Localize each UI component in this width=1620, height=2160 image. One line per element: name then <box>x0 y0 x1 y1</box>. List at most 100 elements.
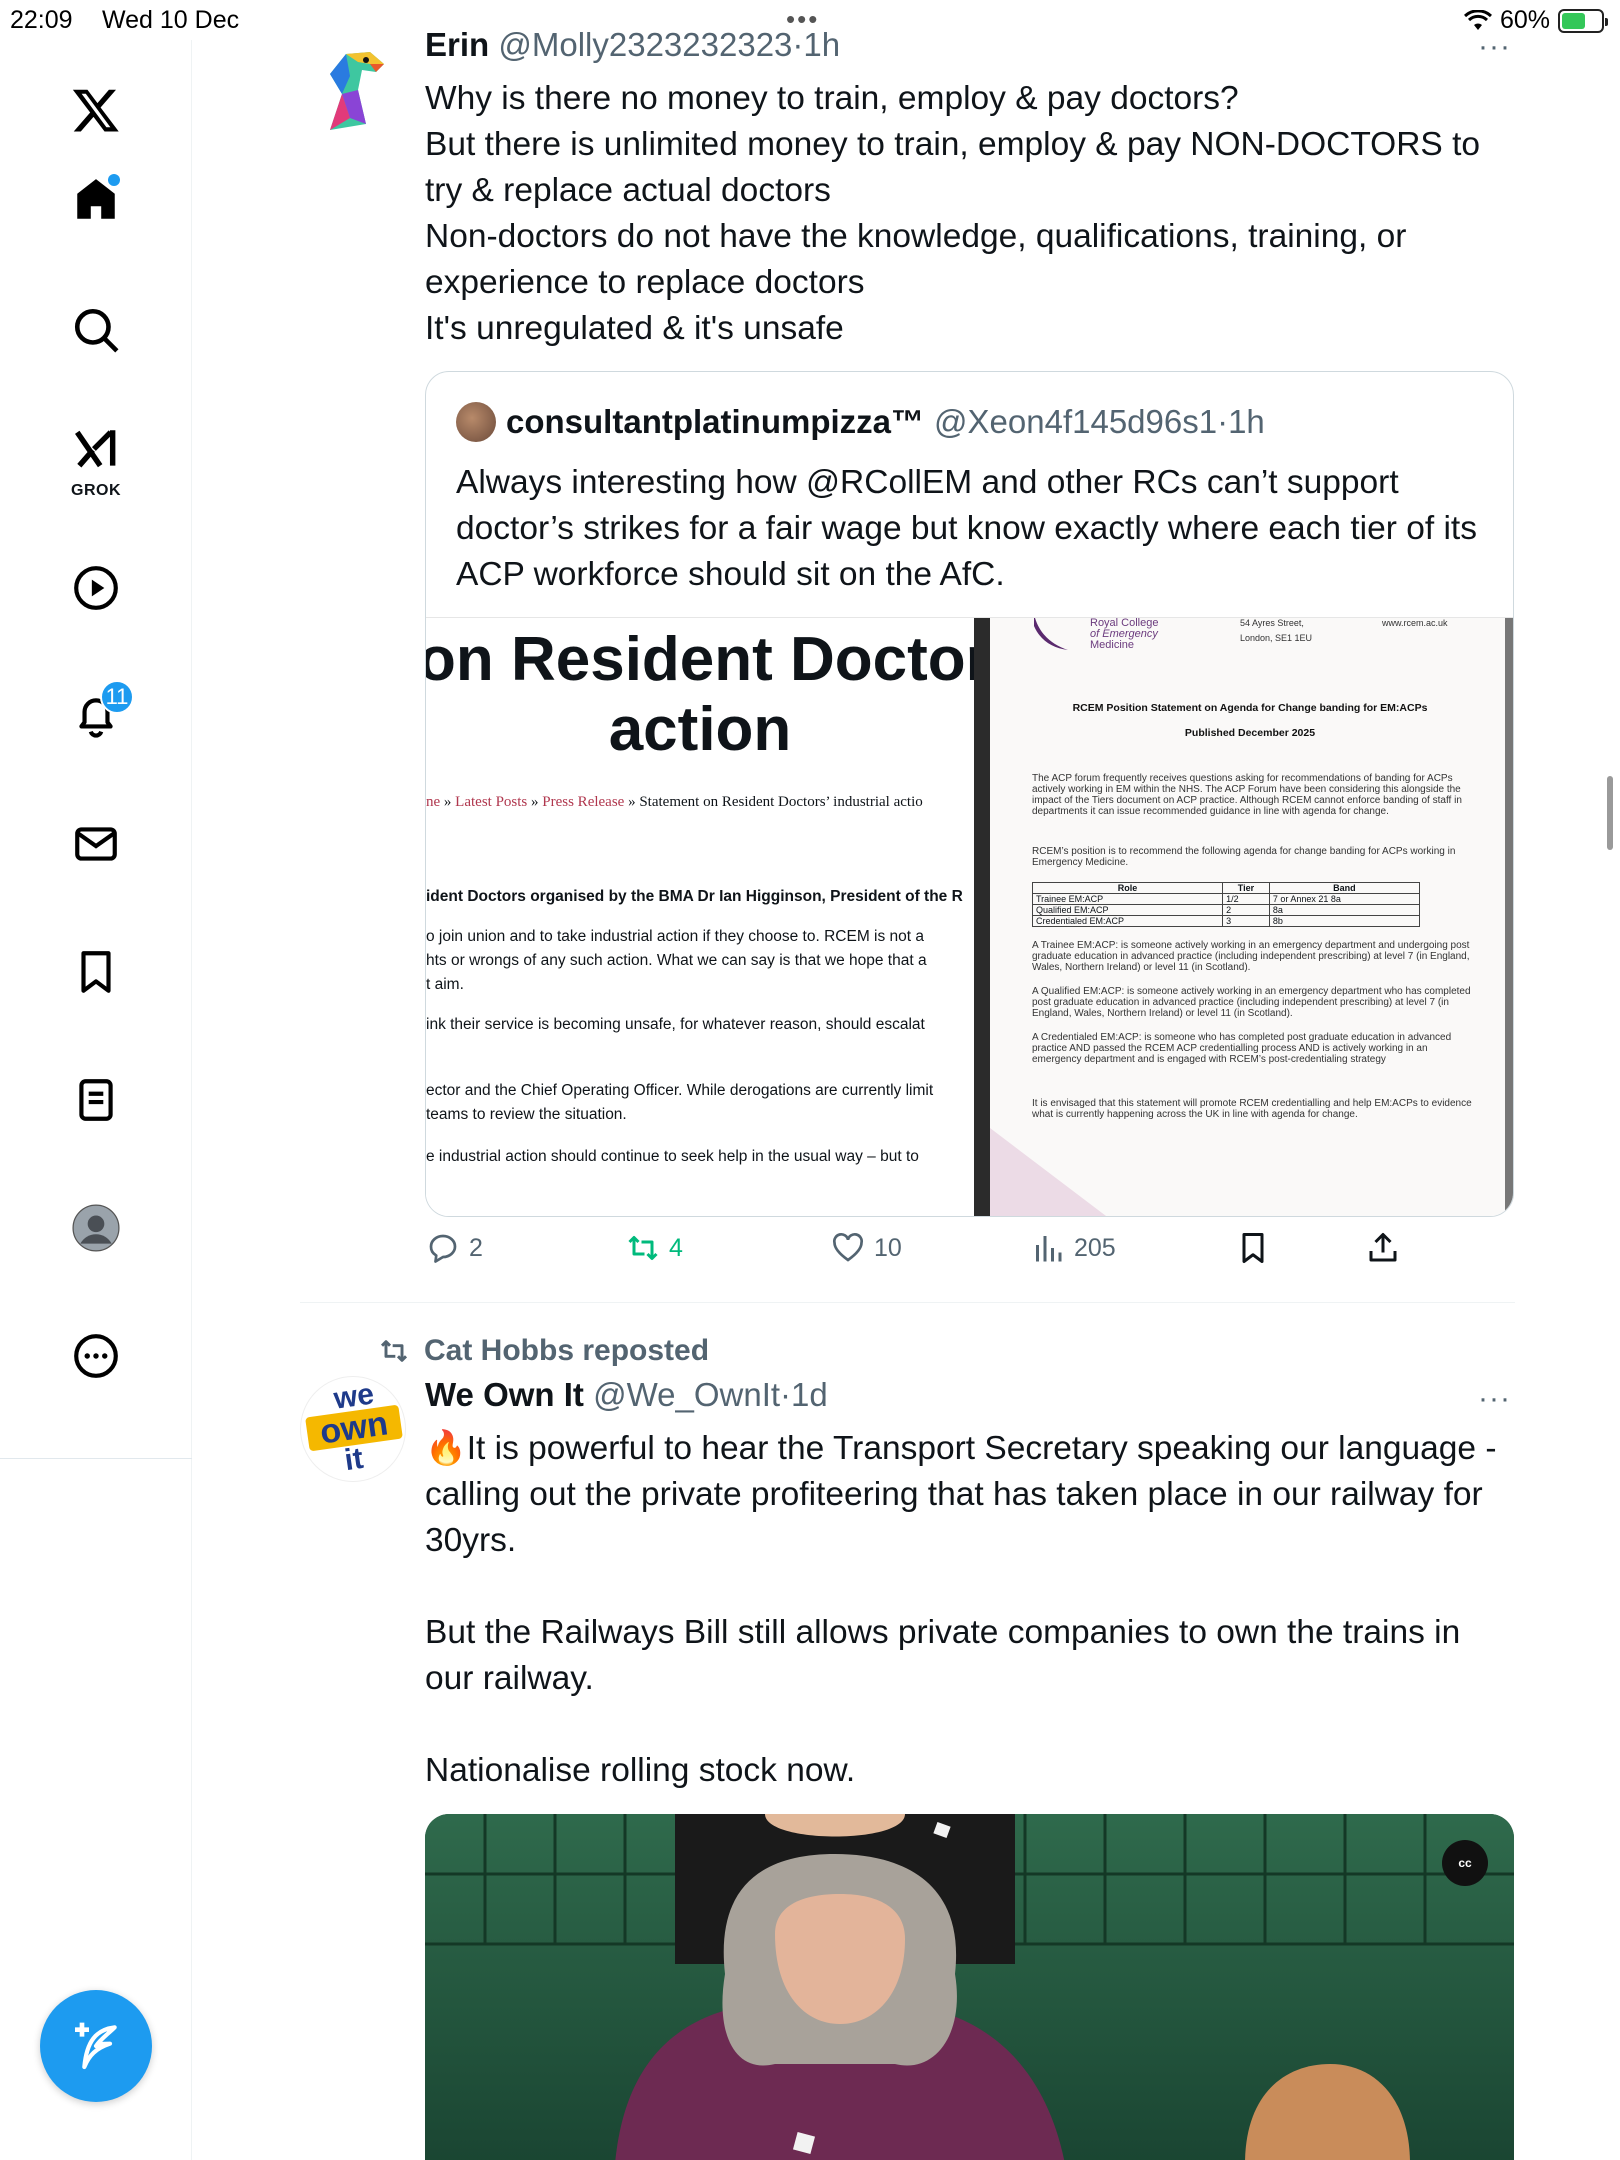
fire-emoji-icon: 🔥 <box>425 1430 467 1467</box>
sidebar-item-grok[interactable]: GROK <box>56 418 136 499</box>
bookmark-button[interactable] <box>1235 1230 1271 1266</box>
repost-label: Cat Hobbs reposted <box>424 1334 710 1367</box>
tweet-header: Erin @Molly2323232323·1h <box>425 26 840 64</box>
battery-icon <box>1558 8 1608 33</box>
display-name[interactable]: Erin <box>425 26 489 63</box>
display-name[interactable]: We Own It <box>425 1376 584 1413</box>
document-paragraph: The ACP forum frequently receives questi… <box>1032 773 1462 817</box>
image-text-line: e industrial action should continue to s… <box>426 1148 919 1165</box>
sidebar-item-notifications[interactable]: 11 <box>56 676 136 756</box>
handle[interactable]: @Molly2323232323 <box>498 26 792 63</box>
heart-icon <box>833 1233 863 1262</box>
image-breadcrumb: ne » Latest Posts » Press Release » Stat… <box>426 794 923 810</box>
repost-icon <box>380 1340 408 1362</box>
quote-avatar[interactable] <box>456 402 496 442</box>
compose-icon <box>75 2022 117 2070</box>
image-text-line: teams to review the situation. <box>426 1106 627 1123</box>
views-count: 205 <box>1074 1233 1116 1262</box>
tweet-actions: 2 4 10 205 <box>425 1230 1515 1280</box>
captions-button[interactable]: cc <box>1442 1840 1488 1886</box>
sidebar-item-messages[interactable] <box>56 804 136 884</box>
repost-icon <box>628 1236 658 1260</box>
search-icon <box>74 308 119 353</box>
quote-handle[interactable]: @Xeon4f145d96s1 <box>934 403 1217 440</box>
reply-count: 2 <box>469 1233 483 1262</box>
banding-table: Role Tier Band Trainee EM:ACP 1/2 7 or A… <box>1031 882 1421 927</box>
quote-display-name[interactable]: consultantplatinumpizza™ <box>506 403 924 441</box>
grok-icon <box>75 430 116 468</box>
timestamp[interactable]: 1d <box>791 1376 828 1413</box>
media-edge <box>1505 618 1513 1216</box>
handle[interactable]: @We_OwnIt <box>593 1376 780 1413</box>
quote-text: Always interesting how @RCollEM and othe… <box>456 464 1477 593</box>
sidebar-item-videos[interactable] <box>56 548 136 628</box>
image-text-line: ink their service is becoming unsafe, fo… <box>426 1016 925 1033</box>
image-headline: on Resident Doctors <box>426 625 974 694</box>
x-logo-icon[interactable] <box>56 70 136 150</box>
eagle-avatar-icon <box>300 34 406 140</box>
share-button[interactable] <box>1365 1230 1401 1266</box>
scrollbar[interactable] <box>1607 776 1613 850</box>
compose-button[interactable] <box>40 1990 152 2102</box>
views-icon <box>1036 1236 1062 1262</box>
more-circle-icon <box>74 1334 118 1378</box>
tweet-line: It's unregulated & it's unsafe <box>425 310 844 347</box>
tweet-divider <box>300 1302 1515 1303</box>
tweet-paragraph: It is powerful to hear the Transport Sec… <box>425 1430 1497 1559</box>
reply-icon <box>429 1234 457 1263</box>
quote-timestamp[interactable]: 1h <box>1228 403 1265 440</box>
more-options-button[interactable]: ··· <box>1478 1382 1511 1416</box>
sidebar-item-lists[interactable] <box>56 1060 136 1140</box>
grok-label: GROK <box>71 482 121 499</box>
sidebar-item-profile[interactable] <box>56 1188 136 1268</box>
timestamp[interactable]: 1h <box>803 26 840 63</box>
separator-dot: · <box>1217 403 1229 440</box>
avatar[interactable]: we own it <box>300 1376 406 1482</box>
repost-button[interactable]: 4 <box>625 1230 683 1266</box>
sidebar-divider <box>0 1458 192 1459</box>
tweet-video[interactable]: cc <box>425 1814 1514 2160</box>
quote-header: consultantplatinumpizza™ @Xeon4f145d96s1… <box>456 402 1265 442</box>
image-text-line: ector and the Chief Operating Officer. W… <box>426 1082 934 1099</box>
image-text-line: o join union and to take industrial acti… <box>426 928 925 945</box>
reply-button[interactable]: 2 <box>425 1230 483 1266</box>
rcem-org-name: Royal College of Emergency Medicine <box>1090 618 1159 651</box>
play-icon <box>74 566 118 610</box>
quote-tweet[interactable]: consultantplatinumpizza™ @Xeon4f145d96s1… <box>425 371 1514 1217</box>
rcem-address: 54 Ayres Street, London, SE1 1EU <box>1240 618 1313 643</box>
document-corner-graphic <box>990 1128 1107 1216</box>
tweet-text: Why is there no money to train, employ &… <box>425 76 1515 352</box>
share-icon <box>1369 1233 1397 1262</box>
avatar-icon <box>72 1204 120 1252</box>
repost-count: 4 <box>669 1233 683 1262</box>
mail-icon <box>75 827 117 861</box>
quote-media[interactable]: on Resident Doctors action ne » Latest P… <box>426 617 1513 1216</box>
sidebar-item-home[interactable] <box>56 160 136 240</box>
tweet-paragraph: Nationalise rolling stock now. <box>425 1752 856 1789</box>
image-headline-2: action <box>608 695 792 764</box>
document-published: Published December 2025 <box>1184 727 1316 739</box>
avatar[interactable] <box>300 34 406 140</box>
more-options-button[interactable]: ··· <box>1478 30 1511 64</box>
tweet-paragraph: But the Railways Bill still allows priva… <box>425 1614 1461 1697</box>
like-button[interactable]: 10 <box>830 1230 902 1266</box>
repost-context[interactable]: Cat Hobbs reposted <box>378 1334 709 1368</box>
views-button[interactable]: 205 <box>1030 1230 1116 1266</box>
rcem-logo-icon <box>1034 618 1068 650</box>
media-divider <box>974 618 990 1216</box>
list-icon <box>79 1079 113 1121</box>
media-image-rcem-document[interactable]: Royal College of Emergency Medicine 54 A… <box>990 618 1505 1216</box>
media-image-statement[interactable]: on Resident Doctors action ne » Latest P… <box>426 618 974 1216</box>
document-paragraph: RCEM’s position is to recommend the foll… <box>1032 846 1456 868</box>
we-own-it-logo-icon: we own it <box>301 1377 405 1481</box>
document-definition: A Qualified EM:ACP: is someone actively … <box>1032 986 1471 1019</box>
document-definition: A Trainee EM:ACP: is someone actively wo… <box>1032 940 1470 973</box>
tweet-line: Non-doctors do not have the knowledge, q… <box>425 218 1407 301</box>
image-text-line: t aim. <box>426 976 464 993</box>
sidebar-item-more[interactable] <box>56 1316 136 1396</box>
bookmark-icon <box>81 951 111 993</box>
home-unread-dot <box>108 174 120 186</box>
sidebar: GROK 11 <box>0 40 192 2160</box>
sidebar-item-bookmarks[interactable] <box>56 932 136 1012</box>
sidebar-item-search[interactable] <box>56 290 136 370</box>
